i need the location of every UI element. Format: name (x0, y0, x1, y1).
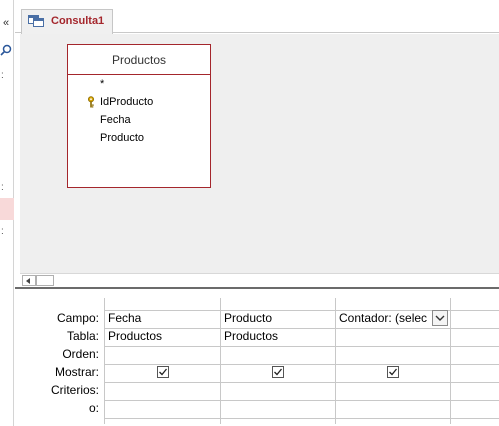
campo-dropdown-button[interactable] (432, 310, 448, 326)
grid-line (104, 400, 499, 401)
grid-line (104, 364, 499, 365)
field-list-item[interactable]: * (100, 78, 104, 90)
query-design-grid: Campo: Tabla: Orden: Mostrar: Criterios:… (15, 297, 499, 426)
scroll-left-arrow-icon (26, 278, 30, 284)
grid-line (104, 346, 499, 347)
tabla-cell[interactable]: Productos (224, 329, 332, 343)
row-label-mostrar: Mostrar: (54, 365, 99, 379)
grid-line (104, 382, 499, 383)
navigation-pane-strip: « : : : (0, 0, 14, 426)
grid-line (335, 298, 336, 424)
grid-line (104, 298, 105, 424)
campo-cell[interactable]: Producto (224, 311, 332, 325)
row-label-criterios: Criterios: (50, 383, 99, 397)
query-design-surface[interactable]: Productos * IdProducto Fecha Producto (20, 34, 499, 273)
row-label-tabla: Tabla: (66, 329, 99, 343)
tabla-cell[interactable]: Productos (108, 329, 216, 343)
nav-marker: : (1, 70, 4, 81)
scroll-left-button[interactable] (22, 275, 36, 286)
horizontal-scrollbar[interactable] (20, 273, 499, 286)
collapse-nav-icon[interactable]: « (0, 17, 12, 29)
mostrar-checkbox[interactable] (387, 366, 399, 378)
grid-line (450, 298, 451, 424)
grid-line (220, 298, 221, 424)
tab-consulta1[interactable]: Consulta1 (21, 9, 113, 34)
campo-cell[interactable]: Contador: (selec (339, 311, 431, 325)
scroll-thumb[interactable] (36, 275, 54, 286)
pane-splitter[interactable] (15, 287, 499, 297)
tab-label: Consulta1 (51, 15, 105, 27)
nav-selected-item[interactable] (0, 198, 14, 220)
search-icon[interactable] (0, 44, 12, 60)
chevron-down-icon (435, 315, 445, 321)
campo-cell[interactable]: Fecha (108, 311, 216, 325)
table-field-list-productos[interactable]: Productos * IdProducto Fecha Producto (67, 44, 211, 188)
row-label-orden: Orden: (62, 347, 99, 361)
table-title[interactable]: Productos (68, 45, 210, 75)
mostrar-checkbox[interactable] (157, 366, 169, 378)
row-label-campo: Campo: (56, 311, 99, 325)
field-list-item[interactable]: Fecha (100, 114, 131, 126)
grid-line (104, 418, 499, 419)
document-tab-strip: Consulta1 (15, 0, 499, 34)
row-label-o: o: (88, 401, 99, 415)
query-icon (28, 15, 44, 27)
nav-marker: : (1, 182, 4, 193)
mostrar-checkbox[interactable] (272, 366, 284, 378)
field-list-item[interactable]: Producto (100, 132, 144, 144)
key-icon (86, 96, 96, 108)
field-list-item[interactable]: IdProducto (100, 96, 153, 108)
nav-marker: : (1, 226, 4, 237)
